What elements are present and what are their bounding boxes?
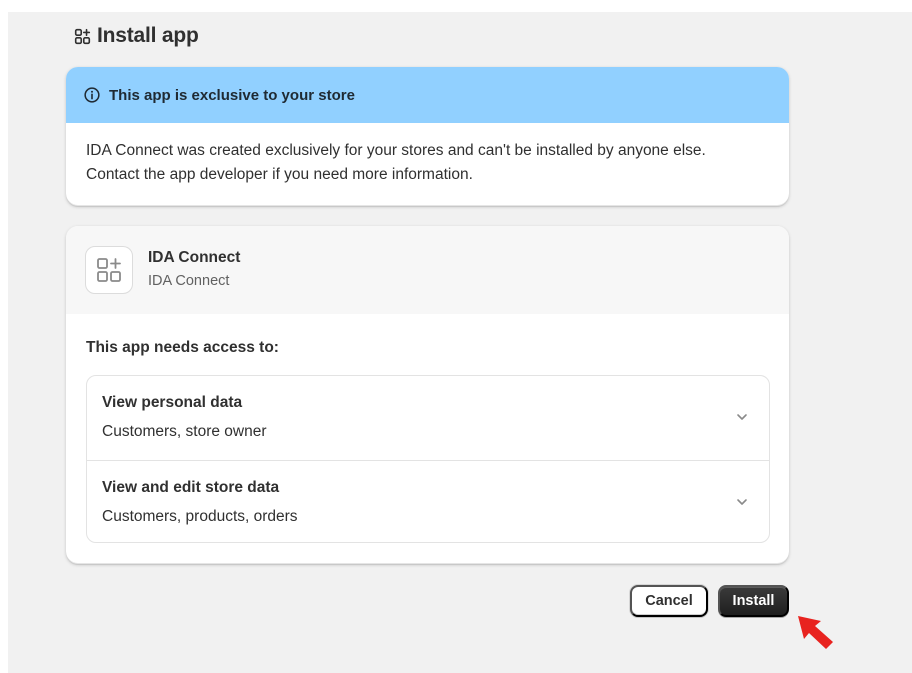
app-developer: IDA Connect bbox=[148, 272, 230, 289]
chevron-down-icon[interactable] bbox=[735, 495, 749, 509]
permission-list: View personal data Customers, store owne… bbox=[86, 375, 770, 543]
app-permissions-card: IDA Connect IDA Connect This app needs a… bbox=[66, 226, 789, 564]
banner-message: IDA Connect was created exclusively for … bbox=[86, 142, 706, 183]
cancel-button[interactable]: Cancel bbox=[630, 585, 708, 617]
app-placeholder-icon bbox=[97, 258, 121, 282]
red-pointer-arrow-icon bbox=[798, 616, 833, 649]
app-info: IDA Connect IDA Connect bbox=[148, 248, 241, 289]
permission-title: View and edit store data bbox=[102, 479, 280, 496]
permission-title: View personal data bbox=[102, 394, 243, 411]
page-header: Install app bbox=[74, 24, 199, 48]
apps-icon bbox=[74, 28, 91, 44]
banner-header: This app is exclusive to your store bbox=[66, 67, 789, 123]
exclusive-app-banner: This app is exclusive to your store IDA … bbox=[66, 67, 789, 206]
install-button[interactable]: Install bbox=[718, 585, 789, 617]
app-logo bbox=[85, 246, 133, 294]
access-heading: This app needs access to: bbox=[86, 339, 279, 356]
app-summary: IDA Connect IDA Connect bbox=[66, 226, 789, 314]
app-name: IDA Connect bbox=[148, 248, 241, 266]
page-title: Install app bbox=[97, 24, 199, 47]
permission-subtitle: Customers, products, orders bbox=[102, 508, 298, 525]
banner-title: This app is exclusive to your store bbox=[109, 86, 355, 104]
permission-item-store-data[interactable]: View and edit store data Customers, prod… bbox=[87, 460, 769, 542]
permission-item-personal-data[interactable]: View personal data Customers, store owne… bbox=[87, 376, 769, 460]
permission-subtitle: Customers, store owner bbox=[102, 423, 267, 440]
info-icon bbox=[84, 87, 100, 103]
chevron-down-icon[interactable] bbox=[735, 410, 749, 424]
